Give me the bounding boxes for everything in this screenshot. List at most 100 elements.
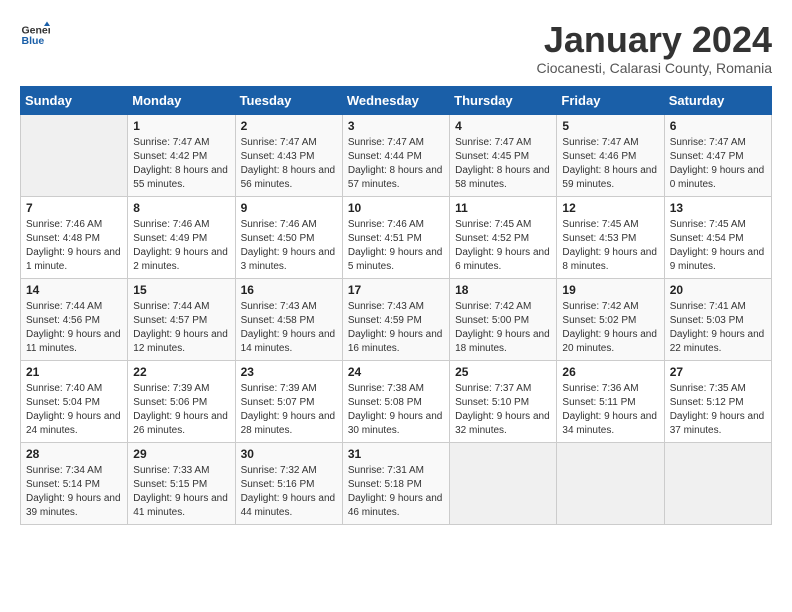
day-info: Sunrise: 7:41 AMSunset: 5:03 PMDaylight:… <box>670 300 766 356</box>
calendar-cell: 22 Sunrise: 7:39 AMSunset: 5:06 PMDayligh… <box>128 360 235 442</box>
day-number: 11 <box>455 201 551 215</box>
day-info: Sunrise: 7:47 AMSunset: 4:44 PMDaylight:… <box>348 136 444 192</box>
month-title: January 2024 <box>536 20 772 60</box>
day-info: Sunrise: 7:46 AMSunset: 4:48 PMDaylight:… <box>26 218 122 274</box>
day-info: Sunrise: 7:42 AMSunset: 5:02 PMDaylight:… <box>562 300 658 356</box>
day-number: 29 <box>133 447 229 461</box>
day-number: 31 <box>348 447 444 461</box>
day-number: 7 <box>26 201 122 215</box>
calendar-cell: 3Sunrise: 7:47 AMSunset: 4:44 PMDaylight… <box>342 114 449 196</box>
header-row: SundayMondayTuesdayWednesdayThursdayFrid… <box>21 86 772 114</box>
day-info: Sunrise: 7:43 AMSunset: 4:58 PMDaylight:… <box>241 300 337 356</box>
calendar-cell: 25 Sunrise: 7:37 AMSunset: 5:10 PMDayligh… <box>450 360 557 442</box>
calendar-cell: 9 Sunrise: 7:46 AMSunset: 4:50 PMDaylight… <box>235 196 342 278</box>
day-number: 22 <box>133 365 229 379</box>
calendar-cell: 19 Sunrise: 7:42 AMSunset: 5:02 PMDayligh… <box>557 278 664 360</box>
calendar-cell: 5 Sunrise: 7:47 AMSunset: 4:46 PMDaylight… <box>557 114 664 196</box>
day-header-saturday: Saturday <box>664 86 771 114</box>
day-info: Sunrise: 7:46 AMSunset: 4:49 PMDaylight:… <box>133 218 229 274</box>
calendar-cell: 13Sunrise: 7:45 AMSunset: 4:54 PMDayligh… <box>664 196 771 278</box>
day-info: Sunrise: 7:40 AMSunset: 5:04 PMDaylight:… <box>26 382 122 438</box>
day-info: Sunrise: 7:47 AMSunset: 4:43 PMDaylight:… <box>241 136 337 192</box>
day-info: Sunrise: 7:36 AMSunset: 5:11 PMDaylight:… <box>562 382 658 438</box>
day-number: 28 <box>26 447 122 461</box>
day-info: Sunrise: 7:47 AMSunset: 4:45 PMDaylight:… <box>455 136 551 192</box>
week-row-3: 14 Sunrise: 7:44 AMSunset: 4:56 PMDayligh… <box>21 278 772 360</box>
day-header-sunday: Sunday <box>21 86 128 114</box>
day-number: 9 <box>241 201 337 215</box>
day-number: 5 <box>562 119 658 133</box>
calendar-cell: 2 Sunrise: 7:47 AMSunset: 4:43 PMDaylight… <box>235 114 342 196</box>
day-info: Sunrise: 7:44 AMSunset: 4:57 PMDaylight:… <box>133 300 229 356</box>
day-number: 14 <box>26 283 122 297</box>
calendar-cell: 1 Sunrise: 7:47 AMSunset: 4:42 PMDaylight… <box>128 114 235 196</box>
day-info: Sunrise: 7:46 AMSunset: 4:51 PMDaylight:… <box>348 218 444 274</box>
day-info: Sunrise: 7:45 AMSunset: 4:54 PMDaylight:… <box>670 218 766 274</box>
day-number: 2 <box>241 119 337 133</box>
subtitle: Ciocanesti, Calarasi County, Romania <box>536 60 772 76</box>
calendar-cell: 18 Sunrise: 7:42 AMSunset: 5:00 PMDayligh… <box>450 278 557 360</box>
calendar-table: SundayMondayTuesdayWednesdayThursdayFrid… <box>20 86 772 525</box>
day-info: Sunrise: 7:31 AMSunset: 5:18 PMDaylight:… <box>348 464 444 520</box>
day-header-friday: Friday <box>557 86 664 114</box>
day-info: Sunrise: 7:33 AMSunset: 5:15 PMDaylight:… <box>133 464 229 520</box>
day-info: Sunrise: 7:32 AMSunset: 5:16 PMDaylight:… <box>241 464 337 520</box>
calendar-cell <box>21 114 128 196</box>
day-info: Sunrise: 7:39 AMSunset: 5:06 PMDaylight:… <box>133 382 229 438</box>
calendar-cell: 4Sunrise: 7:47 AMSunset: 4:45 PMDaylight… <box>450 114 557 196</box>
day-info: Sunrise: 7:47 AMSunset: 4:47 PMDaylight:… <box>670 136 766 192</box>
calendar-cell: 28 Sunrise: 7:34 AMSunset: 5:14 PMDayligh… <box>21 442 128 524</box>
day-number: 18 <box>455 283 551 297</box>
day-number: 26 <box>562 365 658 379</box>
day-info: Sunrise: 7:47 AMSunset: 4:42 PMDaylight:… <box>133 136 229 192</box>
day-number: 1 <box>133 119 229 133</box>
day-number: 27 <box>670 365 766 379</box>
calendar-cell: 30 Sunrise: 7:32 AMSunset: 5:16 PMDayligh… <box>235 442 342 524</box>
day-info: Sunrise: 7:45 AMSunset: 4:52 PMDaylight:… <box>455 218 551 274</box>
calendar-cell: 20Sunrise: 7:41 AMSunset: 5:03 PMDayligh… <box>664 278 771 360</box>
day-number: 16 <box>241 283 337 297</box>
calendar-cell: 7 Sunrise: 7:46 AMSunset: 4:48 PMDaylight… <box>21 196 128 278</box>
calendar-cell: 17Sunrise: 7:43 AMSunset: 4:59 PMDayligh… <box>342 278 449 360</box>
day-number: 19 <box>562 283 658 297</box>
day-info: Sunrise: 7:34 AMSunset: 5:14 PMDaylight:… <box>26 464 122 520</box>
day-number: 15 <box>133 283 229 297</box>
day-number: 30 <box>241 447 337 461</box>
week-row-5: 28 Sunrise: 7:34 AMSunset: 5:14 PMDayligh… <box>21 442 772 524</box>
title-area: January 2024 Ciocanesti, Calarasi County… <box>536 20 772 76</box>
day-number: 10 <box>348 201 444 215</box>
calendar-cell: 6 Sunrise: 7:47 AMSunset: 4:47 PMDaylight… <box>664 114 771 196</box>
day-info: Sunrise: 7:39 AMSunset: 5:07 PMDaylight:… <box>241 382 337 438</box>
calendar-cell: 29 Sunrise: 7:33 AMSunset: 5:15 PMDayligh… <box>128 442 235 524</box>
calendar-cell: 31 Sunrise: 7:31 AMSunset: 5:18 PMDayligh… <box>342 442 449 524</box>
svg-text:Blue: Blue <box>22 35 45 47</box>
calendar-cell: 14 Sunrise: 7:44 AMSunset: 4:56 PMDayligh… <box>21 278 128 360</box>
day-info: Sunrise: 7:42 AMSunset: 5:00 PMDaylight:… <box>455 300 551 356</box>
day-info: Sunrise: 7:38 AMSunset: 5:08 PMDaylight:… <box>348 382 444 438</box>
calendar-cell <box>664 442 771 524</box>
day-number: 24 <box>348 365 444 379</box>
day-number: 12 <box>562 201 658 215</box>
calendar-cell: 26 Sunrise: 7:36 AMSunset: 5:11 PMDayligh… <box>557 360 664 442</box>
day-info: Sunrise: 7:46 AMSunset: 4:50 PMDaylight:… <box>241 218 337 274</box>
day-number: 8 <box>133 201 229 215</box>
calendar-cell <box>557 442 664 524</box>
calendar-cell: 12Sunrise: 7:45 AMSunset: 4:53 PMDayligh… <box>557 196 664 278</box>
calendar-cell: 24 Sunrise: 7:38 AMSunset: 5:08 PMDayligh… <box>342 360 449 442</box>
calendar-cell: 23 Sunrise: 7:39 AMSunset: 5:07 PMDayligh… <box>235 360 342 442</box>
day-number: 17 <box>348 283 444 297</box>
week-row-4: 21 Sunrise: 7:40 AMSunset: 5:04 PMDayligh… <box>21 360 772 442</box>
day-number: 23 <box>241 365 337 379</box>
day-header-wednesday: Wednesday <box>342 86 449 114</box>
day-number: 21 <box>26 365 122 379</box>
day-header-monday: Monday <box>128 86 235 114</box>
day-info: Sunrise: 7:35 AMSunset: 5:12 PMDaylight:… <box>670 382 766 438</box>
day-number: 6 <box>670 119 766 133</box>
day-info: Sunrise: 7:44 AMSunset: 4:56 PMDaylight:… <box>26 300 122 356</box>
calendar-cell: 8 Sunrise: 7:46 AMSunset: 4:49 PMDaylight… <box>128 196 235 278</box>
day-info: Sunrise: 7:47 AMSunset: 4:46 PMDaylight:… <box>562 136 658 192</box>
calendar-cell: 16 Sunrise: 7:43 AMSunset: 4:58 PMDayligh… <box>235 278 342 360</box>
day-info: Sunrise: 7:37 AMSunset: 5:10 PMDaylight:… <box>455 382 551 438</box>
day-number: 25 <box>455 365 551 379</box>
week-row-2: 7 Sunrise: 7:46 AMSunset: 4:48 PMDaylight… <box>21 196 772 278</box>
